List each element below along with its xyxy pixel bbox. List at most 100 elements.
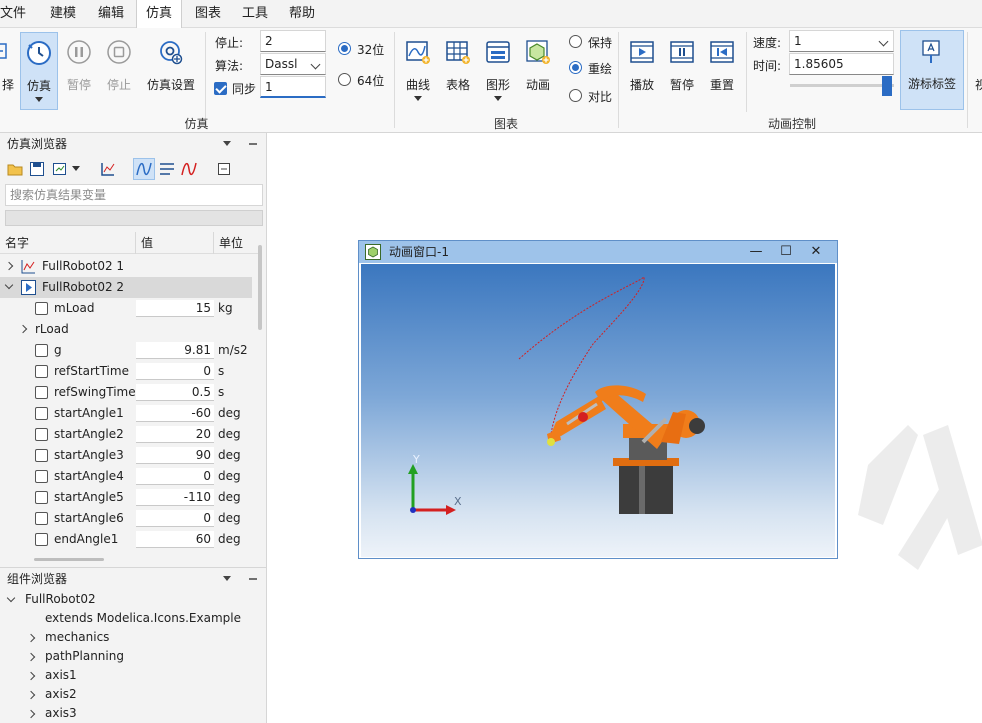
graph-dropdown-icon[interactable] — [494, 96, 502, 101]
graph-button[interactable]: 图形 — [480, 32, 516, 110]
variable-checkbox[interactable] — [35, 512, 48, 525]
animation-viewport[interactable]: Y X — [361, 264, 835, 557]
component-root[interactable]: FullRobot02 — [0, 590, 266, 609]
stop-time-input[interactable]: 2 — [260, 30, 326, 52]
algorithm-select[interactable]: Dassl — [260, 53, 326, 75]
sync-input[interactable]: 1 — [260, 76, 326, 98]
simulate-dropdown-icon[interactable] — [35, 97, 43, 102]
minimize-icon[interactable] — [248, 140, 258, 148]
sim-settings-button[interactable]: 仿真设置 — [142, 32, 200, 110]
curve-mode-button[interactable] — [133, 158, 155, 180]
speed-select[interactable]: 1 — [789, 30, 894, 52]
animation-window[interactable]: 动画窗口-1 — ☐ ✕ Y X — [358, 240, 838, 559]
variable-checkbox[interactable] — [35, 386, 48, 399]
variable-row[interactable]: endAngle1 60 deg — [0, 529, 252, 550]
table-button[interactable]: 表格 — [440, 32, 476, 110]
bit64-radio[interactable] — [338, 73, 351, 86]
cursor-label-button[interactable]: 游标标签 — [900, 30, 964, 110]
variable-checkbox[interactable] — [35, 302, 48, 315]
list-lines-icon[interactable] — [159, 161, 175, 177]
view-button-partial[interactable]: 视 — [975, 76, 982, 93]
curve-button[interactable]: 曲线 — [400, 32, 436, 110]
animation-button[interactable]: 动画 — [520, 32, 556, 110]
chevron-right-icon[interactable] — [26, 709, 36, 719]
chevron-right-icon[interactable] — [18, 324, 28, 334]
simulate-button[interactable]: 仿真 — [20, 32, 58, 110]
menu-build[interactable]: 建模 — [46, 0, 80, 28]
chevron-right-icon[interactable] — [4, 261, 14, 271]
minimize-icon[interactable] — [248, 575, 258, 583]
compare-radio[interactable] — [569, 89, 582, 102]
variable-checkbox[interactable] — [35, 449, 48, 462]
reset-button[interactable]: 重置 — [704, 32, 740, 110]
component-item[interactable]: extends Modelica.Icons.Example — [45, 609, 241, 628]
variable-checkbox[interactable] — [35, 470, 48, 483]
animation-window-titlebar[interactable]: 动画窗口-1 — ☐ ✕ — [359, 241, 837, 263]
variable-row[interactable]: startAngle6 0 deg — [0, 508, 252, 529]
menu-tools[interactable]: 工具 — [238, 0, 272, 28]
variable-row[interactable]: rLoad — [0, 319, 252, 340]
time-slider-track[interactable] — [790, 84, 894, 87]
chevron-down-icon[interactable] — [222, 140, 232, 148]
variable-row[interactable]: startAngle4 0 deg — [0, 466, 252, 487]
variable-row[interactable]: refStartTime 0 s — [0, 361, 252, 382]
col-value[interactable]: 值 — [136, 232, 214, 254]
collapse-all-icon[interactable] — [216, 161, 232, 177]
play-button[interactable]: 播放 — [624, 32, 660, 110]
component-item[interactable]: pathPlanning — [0, 647, 266, 666]
variable-checkbox[interactable] — [35, 407, 48, 420]
search-input[interactable]: 搜索仿真结果变量 — [5, 184, 263, 206]
save-icon[interactable] — [29, 161, 45, 177]
time-slider-thumb[interactable] — [881, 76, 892, 96]
menu-file[interactable]: 文件 — [0, 0, 26, 28]
variable-checkbox[interactable] — [35, 344, 48, 357]
anim-pause-button[interactable]: 暂停 — [664, 32, 700, 110]
result-row[interactable]: FullRobot02 1 — [0, 256, 252, 277]
stop-button[interactable]: 停止 — [102, 32, 136, 110]
variable-row[interactable]: startAngle2 20 deg — [0, 424, 252, 445]
variable-checkbox[interactable] — [35, 365, 48, 378]
component-item[interactable]: axis3 — [0, 704, 266, 723]
chevron-right-icon[interactable] — [26, 690, 36, 700]
select-button[interactable]: 择 — [0, 32, 14, 110]
result-row-selected[interactable]: FullRobot02 2 — [0, 277, 252, 298]
variable-row[interactable]: g 9.81 m/s2 — [0, 340, 252, 361]
maximize-window-icon[interactable]: ☐ — [771, 241, 801, 263]
curve-dropdown-icon[interactable] — [414, 96, 422, 101]
bit32-radio[interactable] — [338, 42, 351, 55]
chevron-down-icon[interactable] — [222, 575, 232, 583]
export-icon[interactable] — [52, 161, 68, 177]
variable-row[interactable]: startAngle3 90 deg — [0, 445, 252, 466]
menu-help[interactable]: 帮助 — [285, 0, 319, 28]
time-input[interactable]: 1.85605 — [789, 53, 894, 75]
menu-chart[interactable]: 图表 — [190, 0, 226, 28]
component-item[interactable]: axis1 — [0, 666, 266, 685]
col-unit[interactable]: 单位 — [214, 232, 258, 254]
variable-checkbox[interactable] — [35, 533, 48, 546]
col-name[interactable]: 名字 — [0, 232, 136, 254]
pause-button[interactable]: 暂停 — [62, 32, 96, 110]
component-item[interactable]: mechanics — [0, 628, 266, 647]
chevron-down-icon[interactable] — [72, 166, 80, 172]
chevron-down-icon[interactable] — [6, 593, 16, 603]
minimize-window-icon[interactable]: — — [741, 241, 771, 263]
chevron-right-icon[interactable] — [26, 633, 36, 643]
variable-row[interactable]: refSwingTime 0.5 s — [0, 382, 252, 403]
menu-simulate[interactable]: 仿真 — [136, 0, 182, 29]
menu-edit[interactable]: 编辑 — [94, 0, 128, 28]
chevron-down-icon[interactable] — [4, 280, 14, 290]
component-item[interactable]: axis2 — [0, 685, 266, 704]
chevron-right-icon[interactable] — [26, 652, 36, 662]
variable-checkbox[interactable] — [35, 428, 48, 441]
sync-checkbox[interactable] — [214, 82, 227, 95]
horizontal-scrollbar[interactable] — [34, 558, 104, 561]
variable-checkbox[interactable] — [35, 491, 48, 504]
keep-radio[interactable] — [569, 35, 582, 48]
vertical-scrollbar[interactable] — [258, 245, 262, 330]
close-window-icon[interactable]: ✕ — [801, 241, 831, 263]
wave-compare-icon[interactable] — [181, 161, 197, 177]
chevron-right-icon[interactable] — [26, 671, 36, 681]
folder-open-icon[interactable] — [7, 161, 23, 177]
variable-row[interactable]: mLoad 15 kg — [0, 298, 252, 319]
variable-row[interactable]: startAngle5 -110 deg — [0, 487, 252, 508]
